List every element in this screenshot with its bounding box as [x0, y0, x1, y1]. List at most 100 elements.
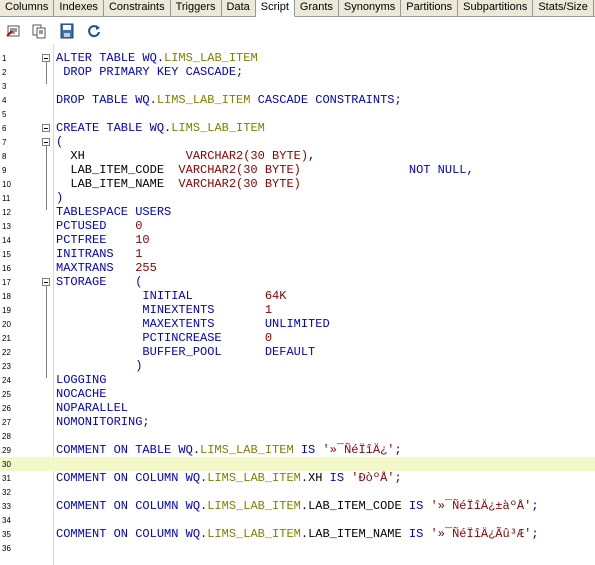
code-line[interactable]: 16 MAXTRANS 255 [0, 261, 595, 275]
code-line[interactable]: 21 PCTINCREASE 0 [0, 331, 595, 345]
tab-script[interactable]: Script [255, 0, 295, 17]
code-text: LAB_ITEM_NAME VARCHAR2(30 BYTE) [56, 177, 300, 191]
code-token: ) [56, 191, 64, 205]
code-text: STORAGE ( [56, 275, 142, 289]
sql-editor[interactable]: 1 ALTER TABLE WQ.LIMS_LAB_ITEM 2 DROP PRIM… [0, 44, 595, 565]
code-line[interactable]: 23 ) [0, 359, 595, 373]
code-line[interactable]: 18 INITIAL 64K [0, 289, 595, 303]
line-number: 15 [2, 250, 11, 259]
refresh-icon[interactable] [86, 23, 102, 39]
code-line[interactable]: 26 NOPARALLEL [0, 401, 595, 415]
code-line[interactable]: 9 LAB_ITEM_CODE VARCHAR2(30 BYTE) NOT NU… [0, 163, 595, 177]
tab-grants[interactable]: Grants [295, 0, 339, 16]
tab-columns[interactable]: Columns [0, 0, 55, 16]
line-number: 17 [2, 278, 11, 287]
tab-data[interactable]: Data [222, 0, 256, 16]
code-line[interactable]: 35 COMMENT ON COLUMN WQ.LIMS_LAB_ITEM.LAB… [0, 527, 595, 541]
tab-indexes[interactable]: Indexes [54, 0, 104, 16]
fold-toggle-icon[interactable] [42, 278, 50, 286]
code-line[interactable]: 13 PCTUSED 0 [0, 219, 595, 233]
code-line[interactable]: 33 COMMENT ON COLUMN WQ.LIMS_LAB_ITEM.LAB… [0, 499, 595, 513]
code-token: CREATE TABLE [56, 121, 150, 135]
code-line[interactable]: 1 ALTER TABLE WQ.LIMS_LAB_ITEM [0, 51, 595, 65]
code-line[interactable]: 8 XH VARCHAR2(30 BYTE), [0, 149, 595, 163]
code-line[interactable]: 20 MAXEXTENTS UNLIMITED [0, 317, 595, 331]
code-line[interactable]: 11) [0, 191, 595, 205]
code-line[interactable]: 25 NOCACHE [0, 387, 595, 401]
fold-toggle-icon[interactable] [42, 138, 50, 146]
code-token: ( [56, 135, 64, 149]
tab-strip: Columns Indexes Constraints Triggers Data Scr… [0, 0, 595, 17]
code-token: 10 [135, 233, 150, 247]
copy-icon[interactable] [31, 23, 47, 39]
line-number: 5 [2, 110, 7, 119]
tab-triggers[interactable]: Triggers [171, 0, 222, 16]
code-token: 255 [135, 261, 157, 275]
code-line[interactable]: 15 INITRANS 1 [0, 247, 595, 261]
code-line[interactable]: 36 [0, 541, 595, 555]
code-token: 0 [264, 331, 273, 345]
code-line[interactable]: 24 LOGGING [0, 373, 595, 387]
line-number: 18 [2, 292, 11, 301]
code-line[interactable]: 27 NOMONITORING; [0, 415, 595, 429]
code-line[interactable]: 32 [0, 485, 595, 499]
tab-stats-size[interactable]: Stats/Size [533, 0, 594, 16]
code-text: LOGGING [56, 373, 106, 387]
code-token: LAB_ITEM_NAME [56, 177, 179, 191]
code-token: WQ. [178, 443, 201, 457]
code-line[interactable]: 12 TABLESPACE USERS [0, 205, 595, 219]
code-token: '»¯ÑéÏîÄ¿' [322, 443, 395, 457]
code-line[interactable]: 3 [0, 79, 595, 93]
code-line[interactable]: 17 STORAGE ( [0, 275, 595, 289]
code-token: '»¯ÑéÏîÄ¿Ãû³Æ' [430, 527, 532, 541]
line-number: 19 [2, 306, 11, 315]
code-token: WQ. [185, 499, 208, 513]
save-icon[interactable] [59, 23, 75, 39]
line-number: 1 [2, 54, 7, 63]
script-toolbar [0, 17, 595, 44]
code-token: INITRANS [56, 247, 136, 261]
code-line[interactable]: 19 MINEXTENTS 1 [0, 303, 595, 317]
code-text: MINEXTENTS 1 [56, 303, 272, 317]
code-token: PCTFREE [56, 233, 136, 247]
code-line[interactable]: 7( [0, 135, 595, 149]
code-text: COMMENT ON COLUMN WQ.LIMS_LAB_ITEM.XH IS… [56, 471, 402, 485]
line-number: 25 [2, 390, 11, 399]
code-text: NOCACHE [56, 387, 106, 401]
code-line[interactable]: 34 [0, 513, 595, 527]
tab-subpartitions[interactable]: Subpartitions [458, 0, 534, 16]
code-line[interactable]: 4 DROP TABLE WQ.LIMS_LAB_ITEM CASCADE CON… [0, 93, 595, 107]
code-text: COMMENT ON COLUMN WQ.LIMS_LAB_ITEM.LAB_I… [56, 527, 539, 541]
code-text: PCTINCREASE 0 [56, 331, 272, 345]
tab-synonyms[interactable]: Synonyms [339, 0, 402, 16]
code-text: TABLESPACE USERS [56, 205, 171, 219]
line-number: 32 [2, 488, 11, 497]
code-token: ; [394, 443, 402, 457]
code-line[interactable]: 10 LAB_ITEM_NAME VARCHAR2(30 BYTE) [0, 177, 595, 191]
code-line[interactable]: 30 [0, 457, 595, 471]
code-text: INITIAL 64K [56, 289, 286, 303]
code-line[interactable]: 2 DROP PRIMARY KEY CASCADE; [0, 65, 595, 79]
code-line[interactable]: 6 CREATE TABLE WQ.LIMS_LAB_ITEM [0, 121, 595, 135]
fold-toggle-icon[interactable] [42, 54, 50, 62]
fold-toggle-icon[interactable] [42, 124, 50, 132]
code-line[interactable]: 28 [0, 429, 595, 443]
code-line[interactable]: 29 COMMENT ON TABLE WQ.LIMS_LAB_ITEM IS '… [0, 443, 595, 457]
tab-constraints[interactable]: Constraints [104, 0, 171, 16]
code-line[interactable]: 22 BUFFER_POOL DEFAULT [0, 345, 595, 359]
fold-connector [46, 62, 47, 84]
line-number: 20 [2, 320, 11, 329]
code-token: ; [394, 471, 402, 485]
tab-partitions[interactable]: Partitions [401, 0, 459, 16]
compile-icon[interactable] [6, 23, 22, 39]
code-token: ; [531, 527, 539, 541]
code-line[interactable]: 14 PCTFREE 10 [0, 233, 595, 247]
fold-connector [46, 146, 47, 210]
code-token: LIMS_LAB_ITEM [207, 471, 301, 485]
code-token: MAXEXTENTS UNLIMITED [56, 317, 330, 331]
code-line[interactable]: 5 [0, 107, 595, 121]
code-line[interactable]: 31 COMMENT ON COLUMN WQ.LIMS_LAB_ITEM.XH … [0, 471, 595, 485]
code-text: MAXTRANS 255 [56, 261, 157, 275]
code-token: COMMENT ON TABLE [56, 443, 179, 457]
code-text: DROP TABLE WQ.LIMS_LAB_ITEM CASCADE CONS… [56, 93, 402, 107]
